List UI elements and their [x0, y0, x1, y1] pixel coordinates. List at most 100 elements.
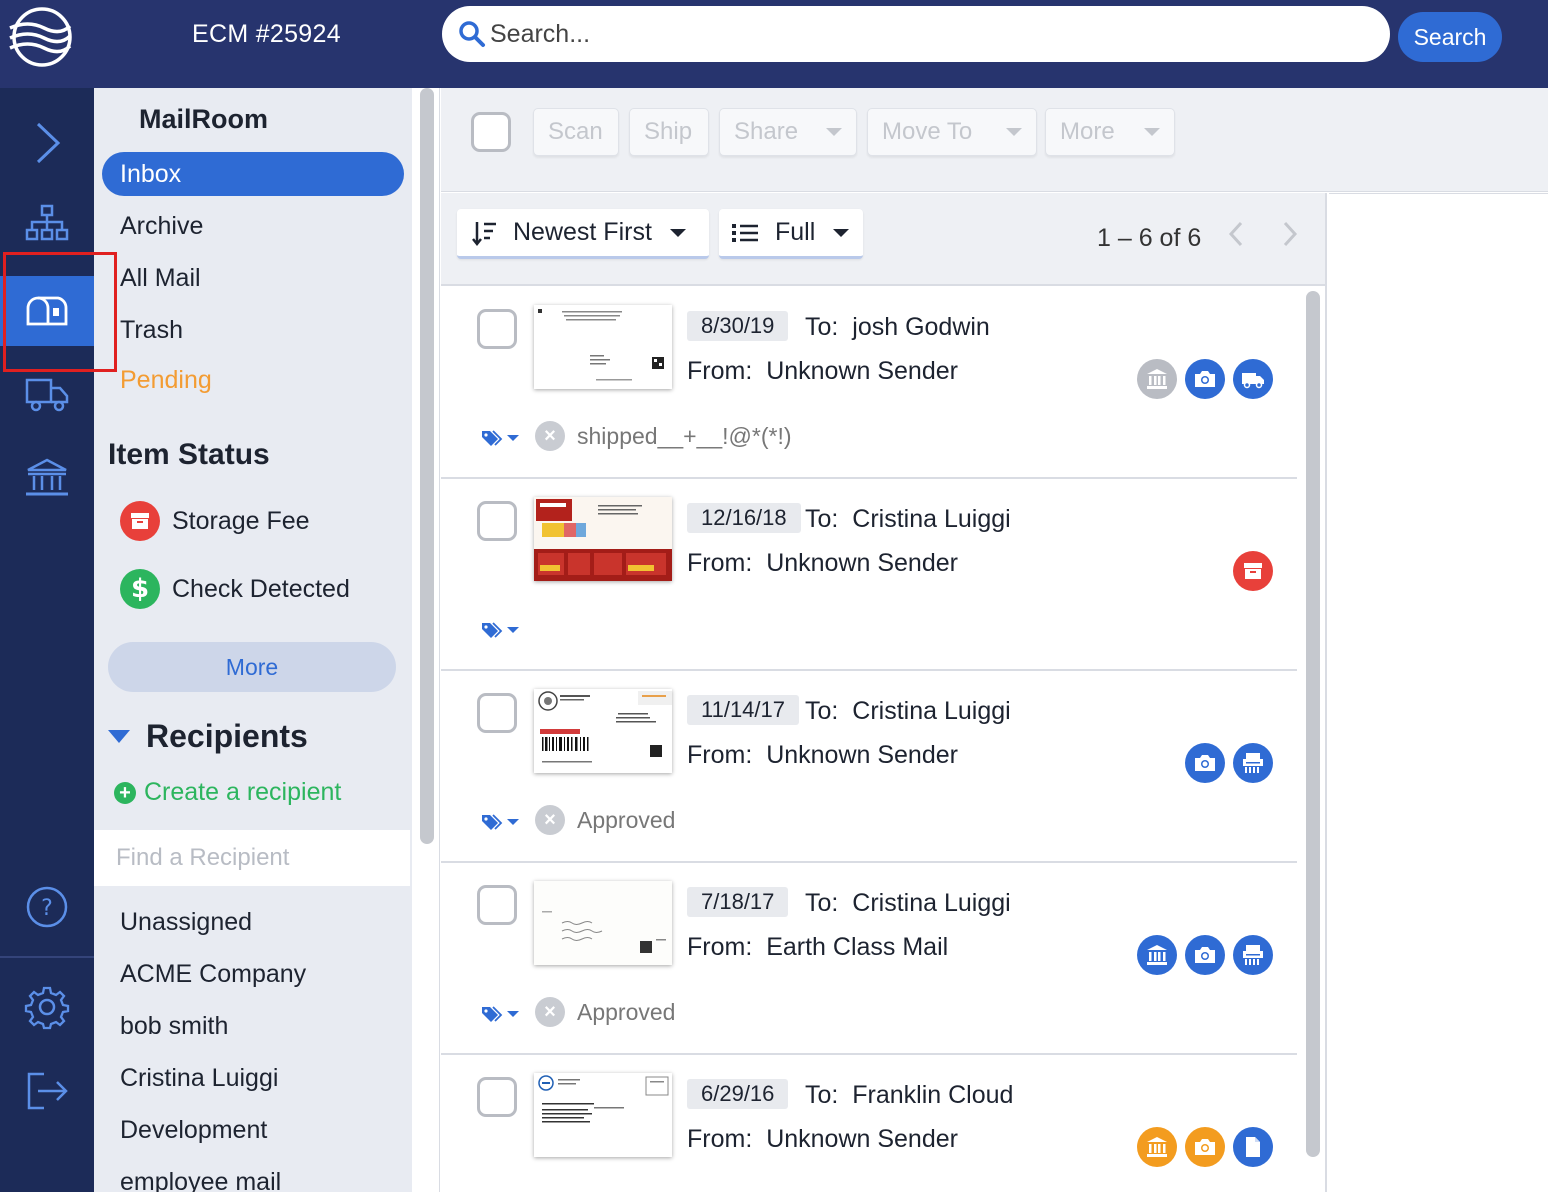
- bank-icon[interactable]: [1137, 1127, 1177, 1167]
- tag-dropdown[interactable]: [481, 621, 519, 639]
- shredder-icon[interactable]: [1233, 935, 1273, 975]
- recipient-item[interactable]: employee mail: [120, 1168, 281, 1192]
- envelope-thumbnail[interactable]: [534, 305, 672, 389]
- date-badge: 6/29/16: [687, 1079, 789, 1109]
- recipient-item[interactable]: ACME Company: [120, 960, 306, 989]
- camera-icon[interactable]: [1185, 743, 1225, 783]
- document-icon[interactable]: [1233, 1127, 1273, 1167]
- from-label: From:: [687, 549, 753, 577]
- recipient-name: josh Godwin: [852, 313, 990, 341]
- scrollbar-thumb[interactable]: [1306, 291, 1320, 1157]
- envelope-thumbnail[interactable]: [534, 689, 672, 773]
- camera-icon[interactable]: [1185, 1127, 1225, 1167]
- recipients-title: Recipients: [146, 718, 308, 754]
- search-button[interactable]: Search: [1398, 12, 1502, 62]
- deposits-nav-button[interactable]: [0, 444, 94, 514]
- create-recipient-link[interactable]: + Create a recipient: [114, 778, 341, 807]
- mail-list-pane: Newest First Full 1 – 6 of 6 8/30/19 To:…: [441, 193, 1327, 1192]
- top-header: ECM #25924 Search: [0, 0, 1548, 88]
- mailroom-title: MailRoom: [139, 104, 269, 134]
- list-scrollbar[interactable]: [1305, 291, 1321, 1191]
- find-recipient-input[interactable]: [94, 830, 410, 886]
- recipient-name: Cristina Luiggi: [852, 697, 1011, 725]
- envelope-thumbnail[interactable]: [534, 497, 672, 581]
- logout-nav-button[interactable]: [0, 1056, 94, 1126]
- view-mode-dropdown[interactable]: Full: [719, 209, 863, 259]
- shredder-icon[interactable]: [1233, 743, 1273, 783]
- help-nav-button[interactable]: ?: [0, 872, 94, 942]
- from-line: From: Unknown Sender: [687, 549, 958, 578]
- prev-page-icon[interactable]: [1221, 219, 1251, 249]
- earth-class-mail-logo[interactable]: [8, 6, 76, 68]
- bank-icon[interactable]: [1137, 935, 1177, 975]
- mail-item[interactable]: 8/30/19 To: josh Godwin From: Unknown Se…: [441, 287, 1297, 479]
- more-statuses-button[interactable]: More: [108, 642, 396, 692]
- mailroom-nav-button[interactable]: [0, 276, 94, 346]
- to-line: To: Cristina Luiggi: [805, 505, 1011, 534]
- tag-chip[interactable]: × shipped__+__!@*(*!): [535, 421, 792, 451]
- recipient-item[interactable]: Cristina Luiggi: [120, 1064, 278, 1093]
- status-storage-fee[interactable]: Storage Fee: [120, 501, 310, 541]
- recipient-item[interactable]: Unassigned: [120, 908, 252, 937]
- create-recipient-label: Create a recipient: [144, 778, 342, 806]
- recipients-toggle[interactable]: Recipients: [108, 718, 308, 755]
- envelope-thumbnail[interactable]: [534, 881, 672, 965]
- tag-chip[interactable]: × Approved: [535, 805, 675, 835]
- tag-dropdown[interactable]: [481, 813, 519, 831]
- mail-item[interactable]: 11/14/17 To: Cristina Luiggi From: Unkno…: [441, 671, 1297, 863]
- org-chart-nav-button[interactable]: [0, 188, 94, 258]
- item-checkbox[interactable]: [477, 885, 517, 925]
- envelope-thumbnail[interactable]: [534, 1073, 672, 1157]
- folder-archive[interactable]: Archive: [102, 204, 404, 248]
- next-page-icon[interactable]: [1275, 219, 1305, 249]
- mail-item[interactable]: 6/29/16 To: Franklin Cloud From: Unknown…: [441, 1055, 1297, 1192]
- ship-label: Ship: [644, 118, 693, 145]
- to-label: To:: [805, 889, 839, 917]
- item-checkbox[interactable]: [477, 1077, 517, 1117]
- camera-icon[interactable]: [1185, 935, 1225, 975]
- camera-icon[interactable]: [1185, 359, 1225, 399]
- bank-icon[interactable]: [1137, 359, 1177, 399]
- move-to-dropdown[interactable]: Move To: [867, 108, 1037, 156]
- scrollbar-thumb[interactable]: [420, 88, 434, 844]
- folder-trash[interactable]: Trash: [102, 308, 404, 352]
- item-checkbox[interactable]: [477, 501, 517, 541]
- sort-order-dropdown[interactable]: Newest First: [457, 209, 709, 259]
- item-checkbox[interactable]: [477, 693, 517, 733]
- tag-dropdown[interactable]: [481, 1005, 519, 1023]
- archive-box-icon[interactable]: [1233, 551, 1273, 591]
- select-all-checkbox[interactable]: [471, 112, 511, 152]
- dollar-icon: $: [120, 569, 160, 609]
- scan-button[interactable]: Scan: [533, 108, 619, 156]
- tags-icon: [482, 430, 503, 446]
- tag-chip[interactable]: × Approved: [535, 997, 675, 1027]
- folder-all-mail[interactable]: All Mail: [102, 256, 404, 300]
- main-area: Scan Ship Share Move To More Newest Firs…: [441, 88, 1548, 1192]
- item-checkbox[interactable]: [477, 309, 517, 349]
- folder-pending[interactable]: Pending: [102, 358, 404, 402]
- folder-inbox[interactable]: Inbox: [102, 152, 404, 196]
- tag-dropdown[interactable]: [481, 429, 519, 447]
- shipping-nav-button[interactable]: [0, 358, 94, 428]
- mail-item[interactable]: 7/18/17 To: Cristina Luiggi From: Earth …: [441, 863, 1297, 1055]
- from-label: From:: [687, 1125, 753, 1153]
- sidebar-scrollbar[interactable]: [414, 88, 440, 1192]
- sender-name: Unknown Sender: [766, 1125, 958, 1153]
- share-dropdown[interactable]: Share: [719, 108, 857, 156]
- remove-tag-icon[interactable]: ×: [535, 421, 565, 451]
- search-input[interactable]: [490, 14, 1370, 54]
- expand-nav-button[interactable]: [0, 108, 94, 178]
- mail-item[interactable]: 12/16/18 To: Cristina Luiggi From: Unkno…: [441, 479, 1297, 671]
- logout-icon: [27, 1072, 68, 1110]
- org-chart-icon: [25, 204, 69, 241]
- recipient-item[interactable]: Development: [120, 1116, 267, 1145]
- more-actions-dropdown[interactable]: More: [1045, 108, 1175, 156]
- truck-icon[interactable]: [1233, 359, 1273, 399]
- recipient-item[interactable]: bob smith: [120, 1012, 228, 1041]
- remove-tag-icon[interactable]: ×: [535, 997, 565, 1027]
- remove-tag-icon[interactable]: ×: [535, 805, 565, 835]
- from-label: From:: [687, 357, 753, 385]
- status-check-detected[interactable]: $ Check Detected: [120, 569, 350, 609]
- ship-button[interactable]: Ship: [629, 108, 709, 156]
- settings-nav-button[interactable]: [0, 972, 94, 1042]
